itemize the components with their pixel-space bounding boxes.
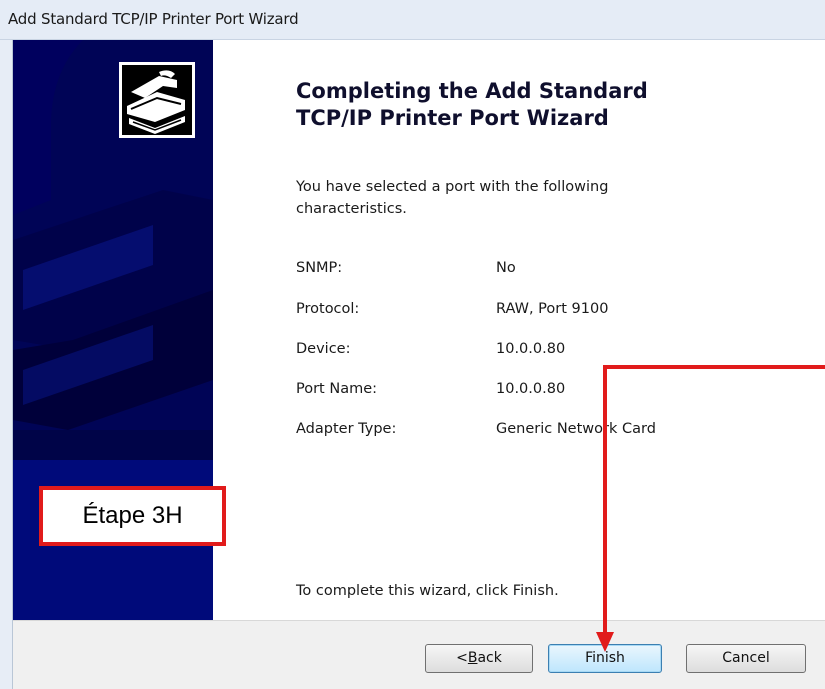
wizard-window: Add Standard TCP/IP Printer Port Wizard: [0, 0, 825, 689]
cancel-button[interactable]: Cancel: [686, 644, 806, 673]
adapter-type-label: Adapter Type:: [296, 421, 397, 437]
back-label-rest: ack: [477, 650, 502, 666]
printer-hand-icon: [119, 62, 195, 138]
heading-line-1: Completing the Add Standard: [296, 79, 648, 103]
protocol-label: Protocol:: [296, 301, 360, 317]
window-frame-left: [0, 40, 13, 689]
port-name-value: 10.0.0.80: [496, 381, 566, 397]
intro-text: You have selected a port with the follow…: [296, 179, 609, 217]
device-label: Device:: [296, 341, 351, 357]
back-button[interactable]: <Back: [425, 644, 533, 673]
window-title: Add Standard TCP/IP Printer Port Wizard: [8, 10, 299, 28]
device-value: 10.0.0.80: [496, 341, 566, 357]
snmp-value: No: [496, 260, 516, 276]
step-annotation-box: Étape 3H: [39, 486, 226, 546]
button-bar: <Back Finish Cancel: [13, 620, 825, 689]
finish-instruction: To complete this wizard, click Finish.: [296, 583, 559, 599]
title-bar[interactable]: Add Standard TCP/IP Printer Port Wizard: [0, 0, 825, 40]
snmp-label: SNMP:: [296, 260, 343, 276]
heading-line-2: TCP/IP Printer Port Wizard: [296, 106, 609, 130]
protocol-value: RAW, Port 9100: [496, 301, 609, 317]
port-name-label: Port Name:: [296, 381, 378, 397]
wizard-heading: Completing the Add Standard TCP/IP Print…: [296, 78, 766, 132]
back-arrow-icon: <: [456, 650, 468, 666]
finish-button[interactable]: Finish: [548, 644, 662, 673]
adapter-type-value: Generic Network Card: [496, 421, 656, 437]
wizard-content: Completing the Add Standard TCP/IP Print…: [213, 40, 825, 620]
